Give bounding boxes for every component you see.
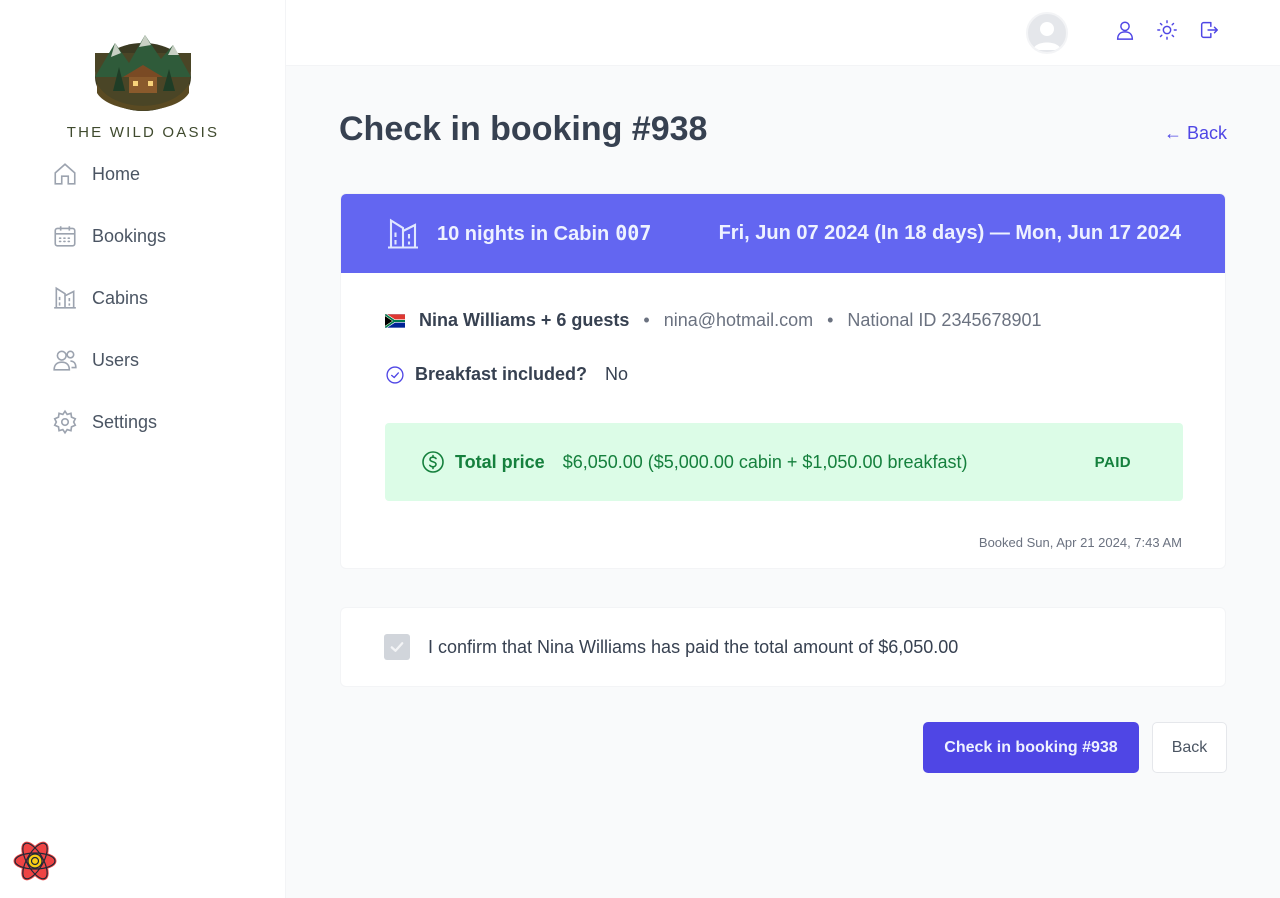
guest-info: Nina Williams + 6 guests • nina@hotmail.…	[385, 310, 1042, 331]
building-icon	[52, 285, 78, 311]
payment-status-badge: PAID	[1094, 453, 1131, 471]
guest-email: nina@hotmail.com	[663, 310, 814, 330]
back-button[interactable]: Back	[1152, 722, 1227, 773]
dollar-circle-icon	[422, 451, 444, 473]
nights-summary: 10 nights in Cabin 007	[437, 221, 651, 246]
guest-name: Nina Williams + 6 guests	[419, 310, 630, 330]
nights-text: 10 nights in Cabin	[437, 223, 610, 245]
top-header	[286, 0, 1280, 66]
sidebar-item-cabins[interactable]: Cabins	[52, 279, 166, 317]
wild-oasis-logo	[95, 35, 191, 111]
sidebar-item-label: Settings	[92, 411, 158, 432]
sidebar-item-label: Users	[92, 349, 140, 370]
checkmark-icon	[390, 642, 404, 652]
page-title: Check in booking #938	[339, 110, 708, 148]
sidebar-nav: Home Bookings Cabins Users Settings	[52, 155, 166, 465]
breakfast-row: Breakfast included? No	[385, 364, 628, 385]
building-icon	[388, 218, 418, 249]
sidebar-item-settings[interactable]: Settings	[52, 403, 166, 441]
booking-card: 10 nights in Cabin 007 Fri, Jun 07 2024 (…	[340, 193, 1226, 569]
total-price-box: Total price $6,050.00 ($5,000.00 cabin +…	[385, 423, 1183, 501]
total-price-label: Total price	[455, 451, 545, 472]
sidebar-item-bookings[interactable]: Bookings	[52, 217, 166, 255]
booked-timestamp: Booked Sun, Apr 21 2024, 7:43 AM	[978, 535, 1182, 550]
logout-button[interactable]	[1196, 19, 1222, 45]
check-circle-icon	[386, 365, 404, 384]
avatar[interactable]	[1026, 12, 1068, 54]
brand-name: THE WILD OASIS	[66, 124, 220, 141]
sidebar-item-label: Cabins	[92, 287, 149, 308]
back-link[interactable]: ← Back	[1164, 123, 1227, 144]
separator-dot: •	[827, 310, 834, 330]
react-devtools-icon[interactable]	[12, 838, 58, 884]
sidebar-item-users[interactable]: Users	[52, 341, 166, 379]
home-icon	[52, 161, 78, 187]
sidebar-item-home[interactable]: Home	[52, 155, 166, 193]
account-button[interactable]	[1112, 19, 1138, 45]
logout-icon	[1198, 19, 1220, 46]
payment-confirm-box: I confirm that Nina Williams has paid th…	[340, 607, 1226, 687]
gear-icon	[52, 409, 78, 435]
sun-icon	[1156, 19, 1178, 46]
breakfast-label: Breakfast included?	[415, 364, 588, 384]
check-in-button[interactable]: Check in booking #938	[923, 722, 1139, 773]
theme-toggle-button[interactable]	[1154, 19, 1180, 45]
breakfast-value: No	[605, 364, 629, 384]
confirm-paid-label: I confirm that Nina Williams has paid th…	[428, 636, 959, 657]
user-icon	[1114, 19, 1136, 46]
guest-national-id: National ID 2345678901	[847, 310, 1042, 330]
sidebar-item-label: Home	[92, 163, 141, 184]
sidebar: THE WILD OASIS Home Bookings Cabins User…	[0, 0, 286, 898]
separator-dot: •	[643, 310, 650, 330]
users-icon	[52, 347, 78, 373]
south-africa-flag-icon	[385, 313, 405, 328]
booking-card-header: 10 nights in Cabin 007 Fri, Jun 07 2024 (…	[341, 194, 1225, 273]
sidebar-item-label: Bookings	[92, 225, 167, 246]
cabin-number: 007	[615, 221, 652, 245]
calendar-icon	[52, 223, 78, 249]
booking-dates: Fri, Jun 07 2024 (In 18 days) — Mon, Jun…	[718, 222, 1181, 244]
total-price-value: $6,050.00 ($5,000.00 cabin + $1,050.00 b…	[562, 451, 968, 472]
confirm-paid-checkbox[interactable]	[384, 634, 410, 660]
